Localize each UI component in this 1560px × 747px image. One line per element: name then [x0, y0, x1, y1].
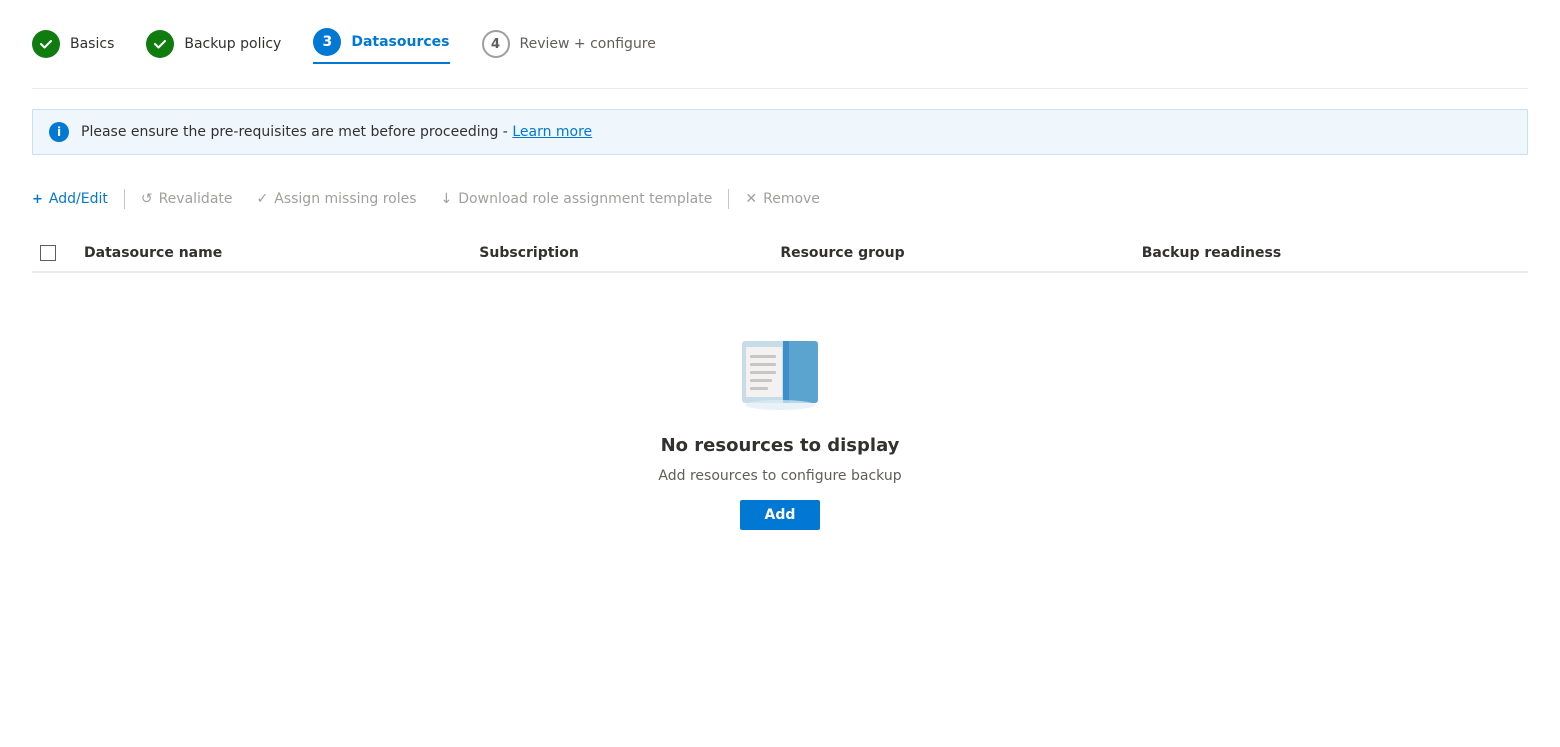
revalidate-icon: ↺ [141, 191, 153, 207]
info-banner-text: Please ensure the pre-requisites are met… [81, 124, 592, 140]
step-datasources-circle: 3 [313, 28, 341, 56]
step-basics[interactable]: Basics [32, 26, 114, 62]
download-icon: ↓ [441, 191, 453, 207]
assign-roles-button[interactable]: ✓ Assign missing roles [245, 187, 429, 211]
step-basics-label: Basics [70, 36, 114, 52]
step-datasources-label: Datasources [351, 34, 449, 50]
remove-button[interactable]: ✕ Remove [733, 187, 832, 211]
col-resource-group: Resource group [768, 235, 1129, 272]
empty-state-title: No resources to display [661, 435, 900, 456]
step-review-configure-circle: 4 [482, 30, 510, 58]
page-container: Basics Backup policy 3 Datasources 4 Rev… [0, 0, 1560, 747]
data-table: Datasource name Subscription Resource gr… [32, 235, 1528, 273]
remove-icon: ✕ [745, 191, 757, 207]
wizard-steps: Basics Backup policy 3 Datasources 4 Rev… [32, 24, 1528, 89]
empty-state: No resources to display Add resources to… [32, 273, 1528, 590]
table-header-row: Datasource name Subscription Resource gr… [32, 235, 1528, 272]
step-backup-policy[interactable]: Backup policy [146, 26, 281, 62]
select-all-checkbox[interactable] [40, 245, 56, 261]
learn-more-link[interactable]: Learn more [512, 124, 592, 140]
step-review-configure-label: Review + configure [520, 36, 656, 52]
info-icon: i [49, 122, 69, 142]
download-template-button[interactable]: ↓ Download role assignment template [429, 187, 725, 211]
table-header: Datasource name Subscription Resource gr… [32, 235, 1528, 272]
plus-icon: + [32, 192, 43, 207]
empty-state-illustration [730, 333, 830, 423]
col-datasource-name: Datasource name [72, 235, 467, 272]
revalidate-button[interactable]: ↺ Revalidate [129, 187, 245, 211]
step-backup-policy-circle [146, 30, 174, 58]
toolbar: + Add/Edit ↺ Revalidate ✓ Assign missing… [32, 179, 1528, 219]
step-backup-policy-label: Backup policy [184, 36, 281, 52]
add-edit-button[interactable]: + Add/Edit [32, 187, 120, 211]
empty-state-add-button[interactable]: Add [740, 500, 821, 530]
empty-state-subtitle: Add resources to configure backup [658, 468, 901, 484]
col-backup-readiness: Backup readiness [1130, 235, 1528, 272]
step-datasources[interactable]: 3 Datasources [313, 24, 449, 64]
info-banner: i Please ensure the pre-requisites are m… [32, 109, 1528, 155]
step-basics-circle [32, 30, 60, 58]
checkmark-icon: ✓ [257, 191, 269, 207]
col-subscription: Subscription [467, 235, 768, 272]
toolbar-separator-1 [124, 189, 125, 209]
toolbar-separator-2 [728, 189, 729, 209]
step-review-configure[interactable]: 4 Review + configure [482, 26, 656, 62]
col-checkbox [32, 235, 72, 272]
